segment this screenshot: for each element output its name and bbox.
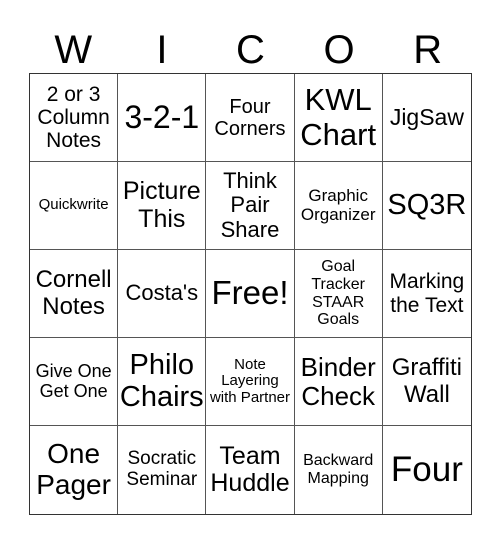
header-letter-c: C (236, 28, 265, 72)
bingo-cell[interactable]: Socratic Seminar (118, 426, 207, 514)
cell-label: JigSaw (389, 103, 464, 130)
bingo-cell[interactable]: Goal Tracker STAAR Goals (294, 250, 383, 338)
cell-label: Backward Mapping (303, 452, 374, 487)
bingo-cell[interactable]: Four (383, 426, 471, 514)
header-letter-o: O (323, 28, 355, 72)
bingo-cell[interactable]: Free! (206, 250, 295, 338)
cell-label: SQ3R (387, 188, 467, 221)
bingo-cell[interactable]: Philo Chairs (118, 338, 207, 426)
bingo-cell[interactable]: Quickwrite (30, 162, 119, 250)
cell-label: Cornell Notes (35, 266, 112, 320)
bingo-cell[interactable]: Team Huddle (206, 426, 295, 514)
cell-label: Goal Tracker STAAR Goals (311, 258, 366, 329)
cell-label: Graffiti Wall (391, 354, 463, 408)
cell-label: One Pager (36, 438, 111, 500)
cell-label: Team Huddle (210, 441, 290, 497)
bingo-cell[interactable]: Note Layering with Partner (206, 338, 295, 426)
cell-label: Four (390, 449, 463, 489)
bingo-cell[interactable]: Binder Check (294, 338, 383, 426)
bingo-cell[interactable]: Graphic Organizer (294, 162, 383, 250)
cell-label: 3-2-1 (124, 98, 200, 135)
cell-label: Graphic Organizer (300, 185, 376, 224)
bingo-cell[interactable]: JigSaw (382, 74, 471, 162)
cell-label: Costa's (125, 280, 199, 306)
cell-label: Quickwrite (38, 196, 109, 214)
cell-label: Give One Get One (35, 360, 112, 401)
header-letter-r: R (413, 28, 443, 72)
header-letter-w: W (54, 28, 93, 72)
header-letter-i: I (156, 28, 168, 72)
cell-label: Four Corners (214, 95, 286, 140)
bingo-cell[interactable]: Marking the Text (382, 250, 471, 338)
cell-label: Think Pair Share (220, 168, 280, 242)
bingo-cell[interactable]: One Pager (30, 426, 119, 514)
cell-label: Binder Check (300, 351, 376, 411)
cell-label: Note Layering with Partner (209, 355, 291, 406)
cell-label: Free! (211, 274, 289, 312)
bingo-cell[interactable]: Picture This (118, 162, 207, 250)
bingo-cell[interactable]: 3-2-1 (118, 74, 207, 162)
bingo-cell[interactable]: Costa's (118, 250, 207, 338)
bingo-cell[interactable]: SQ3R (382, 162, 471, 250)
bingo-cell[interactable]: 2 or 3 Column Notes (30, 74, 119, 162)
bingo-grid: 2 or 3 Column Notes 3-2-1 Four Corners KWL … (29, 73, 472, 515)
cell-label: Picture This (122, 177, 201, 233)
cell-label: Marking the Text (389, 270, 465, 317)
bingo-cell[interactable]: Cornell Notes (30, 250, 119, 338)
cell-label: Socratic Seminar (126, 448, 198, 490)
cell-label: Philo Chairs (119, 348, 204, 413)
bingo-cell[interactable]: Backward Mapping (295, 426, 383, 514)
bingo-cell[interactable]: Four Corners (206, 74, 295, 162)
cell-label: 2 or 3 Column Notes (37, 82, 110, 153)
bingo-header: WICOR (29, 28, 472, 73)
cell-label: KWL Chart (300, 82, 377, 152)
bingo-cell[interactable]: Give One Get One (30, 338, 119, 426)
bingo-cell[interactable]: KWL Chart (294, 74, 383, 162)
bingo-cell[interactable]: Graffiti Wall (382, 338, 471, 426)
bingo-cell[interactable]: Think Pair Share (206, 162, 295, 250)
